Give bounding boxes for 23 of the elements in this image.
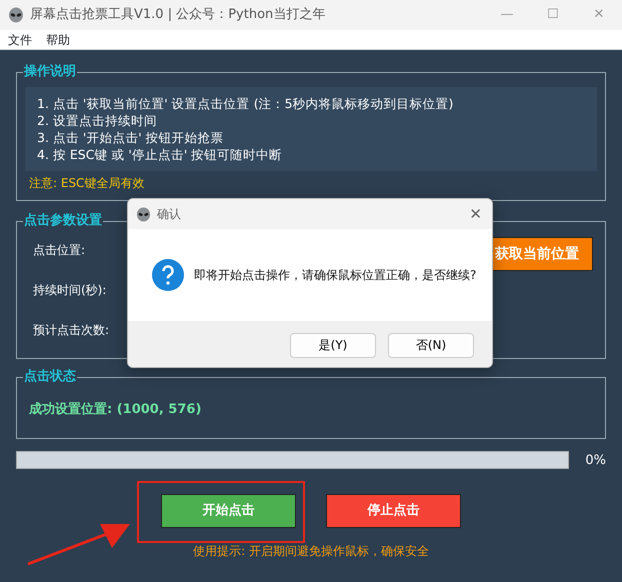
dialog-button[interactable]: 是(Y) [290, 332, 376, 358]
window-title: 屏幕点击抢票工具V1.0 | 公众号：Python当打之年 [30, 6, 326, 24]
start-button[interactable]: 开始点击 [161, 494, 296, 528]
stop-button[interactable]: 停止点击 [326, 494, 461, 528]
close-button[interactable]: ✕ [576, 5, 622, 25]
question-icon [152, 259, 184, 291]
hint-text: 使用提示: 开启期间避免操作鼠标，确保安全 [193, 544, 429, 558]
alien-icon [136, 206, 151, 222]
maximize-button[interactable]: ☐ [530, 5, 576, 25]
note-text: 注意: ESC键全局有效 [29, 176, 144, 190]
dialog-title: 确认 [157, 206, 181, 223]
field-label: 持续时间(秒): [33, 282, 106, 299]
instructions-panel: 1. 点击 '获取当前位置' 设置点击位置 (注：5秒内将鼠标移动到目标位置) 2. 设置点击持续时间 3. 点击 '开始点击' 按钮开始抢票 4. 按 ESC键 或 '停止点击' 按钮可随时中断 [25, 87, 597, 171]
dialog-button[interactable]: 否(N) [388, 332, 474, 358]
close-button[interactable]: ✕ [469, 202, 492, 226]
status-message: 成功设置位置: (1000, 576) [29, 402, 202, 417]
menu-item[interactable]: 帮助 [46, 30, 70, 48]
alien-icon [8, 7, 24, 23]
field-label: 点击位置: [33, 242, 86, 259]
minimize-button[interactable]: — [484, 5, 530, 25]
field-label: 预计点击次数: [33, 322, 110, 339]
progress-reading: 0% [585, 452, 606, 470]
menu-item[interactable]: 文件 [8, 30, 32, 48]
